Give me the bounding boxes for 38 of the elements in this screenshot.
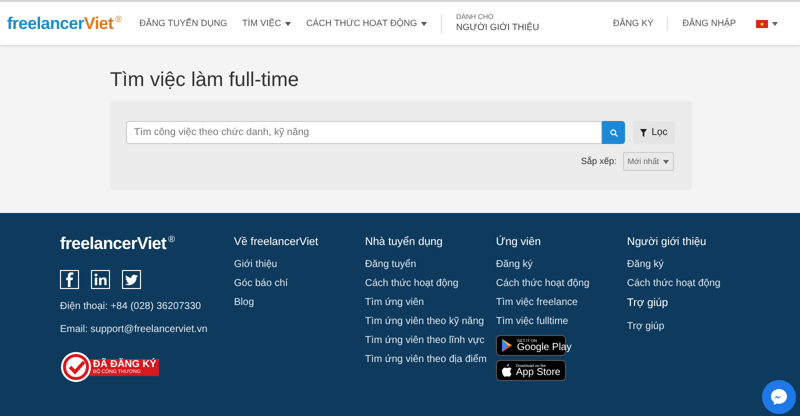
auth-link[interactable]: ĐĂNG KÝ <box>612 16 654 30</box>
logo[interactable]: freelancerViet® <box>7 15 122 32</box>
footer-link[interactable]: Tìm ứng viên theo địa điểm <box>365 350 496 369</box>
footer-link[interactable]: Đăng ký <box>496 255 627 274</box>
footer-link[interactable]: Góc báo chí <box>234 274 365 293</box>
nav-link[interactable]: TÌM VIỆC <box>242 16 292 30</box>
footer-link[interactable]: Blog <box>234 293 365 312</box>
phone-text: Điện thoại: +84 (028) 36207330 <box>60 300 202 314</box>
sort-label: Sắp xếp: <box>580 154 617 168</box>
footer-link[interactable]: Cách thức hoạt động <box>627 274 758 293</box>
footer-link[interactable]: Giới thiệu <box>234 255 365 274</box>
sort-dropdown[interactable]: Mới nhất <box>622 152 674 171</box>
logo[interactable]: freelancerViet® <box>60 235 234 252</box>
badge-title: ĐÃ ĐĂNG KÝ <box>93 360 156 370</box>
footer-link[interactable]: Trợ giúp <box>627 317 758 336</box>
footer-link[interactable]: Đăng ký <box>627 255 758 274</box>
page-title: Tìm việc làm full-time <box>110 70 300 90</box>
footer-link[interactable]: Tìm ứng viên theo lĩnh vực <box>365 331 496 350</box>
footer-link[interactable]: Đăng tuyển <box>365 255 496 274</box>
footer-heading: Về freelancerViet <box>234 235 320 249</box>
footer-link[interactable]: Tìm ứng viên theo kỹ năng <box>365 312 496 331</box>
footer-link[interactable]: Cách thức hoạt động <box>365 274 496 293</box>
footer-heading: Trợ giúp <box>627 296 670 310</box>
search-field[interactable]: Tìm công việc theo chức danh, kỹ năng <box>126 121 602 144</box>
filter-button[interactable]: Lọc <box>633 121 675 144</box>
footer-heading: Nhà tuyển dụng <box>365 235 444 249</box>
footer-link[interactable]: Cách thức hoạt động <box>496 274 627 293</box>
nav-link[interactable]: ĐĂNG TUYỂN DỤNG <box>139 16 228 30</box>
email-text: Email: support@freelancerviet.vn <box>60 323 208 337</box>
footer-link[interactable]: Tìm việc fulltime <box>496 312 627 331</box>
badge-label: Google Play <box>517 342 572 352</box>
auth-link[interactable]: ĐĂNG NHẬP <box>667 16 736 30</box>
footer-link[interactable]: Tìm ứng viên <box>365 293 496 312</box>
badge-label: App Store <box>516 368 560 378</box>
footer-heading: Người giới thiệu <box>627 235 708 249</box>
footer-heading: Ứng viên <box>496 235 542 249</box>
nav-link[interactable]: CÁCH THỨC HOẠT ĐỘNG <box>306 16 428 30</box>
footer-link[interactable]: Tìm việc freelance <box>496 293 627 312</box>
